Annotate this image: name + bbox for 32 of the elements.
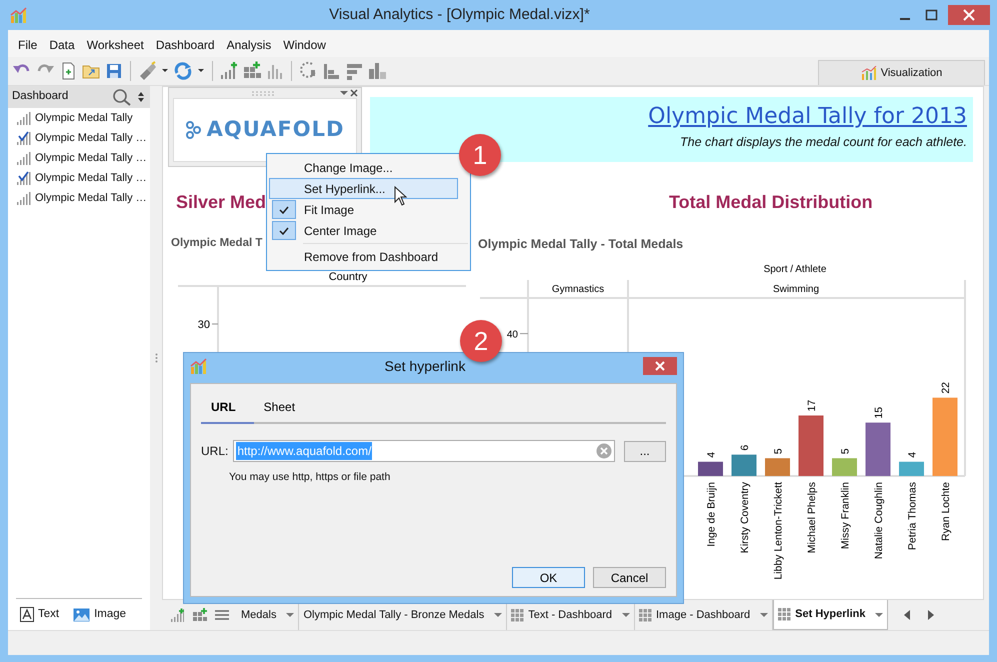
axis-tick: 40 (506, 329, 528, 340)
panel-title: Dashboard (12, 89, 70, 104)
category-label: Inge de Bruijn (706, 482, 718, 547)
data-label: 4 (706, 452, 718, 458)
field-label: URL: (201, 443, 228, 460)
header-subtitle: The chart displays the medal count for each athlete. (679, 134, 967, 152)
axis-label: Country (328, 271, 368, 284)
window-title: Visual Analytics - [Olympic Medal.vizx]* (328, 4, 591, 25)
category-label: Ryan Lochte (940, 482, 952, 541)
category-label: Michael Phelps (806, 482, 818, 553)
data-label: 4 (906, 452, 918, 458)
section-heading: Total Medal Distribution (669, 191, 873, 214)
category-label: Petria Thomas (906, 482, 918, 550)
chart-title: Olympic Medal T (171, 236, 262, 251)
data-label: 5 (772, 448, 784, 454)
data-label: 5 (840, 448, 852, 454)
category-label: Kirsty Coventry (739, 482, 751, 553)
category-label: Missy Franklin (840, 482, 852, 549)
axis-tick: 30 (198, 319, 218, 332)
category-label: Libby Lenton-Trickett (772, 482, 784, 580)
pane-header: Gymnastics (552, 284, 604, 295)
section-heading: Silver Med (176, 191, 266, 214)
data-label: 17 (806, 400, 818, 412)
category-label: Natalie Coughlin (873, 482, 885, 559)
pane-header: Swimming (772, 284, 820, 295)
hint-text: You may use http, https or file path (229, 470, 390, 485)
data-label: 6 (739, 444, 751, 450)
data-label: 22 (940, 382, 952, 394)
chart-title: Olympic Medal Tally - Total Medals (478, 236, 684, 253)
axis-label: Sport / Athlete (764, 264, 826, 275)
logo-text: AQUAFOLD (206, 116, 344, 144)
data-label: 15 (873, 406, 885, 418)
